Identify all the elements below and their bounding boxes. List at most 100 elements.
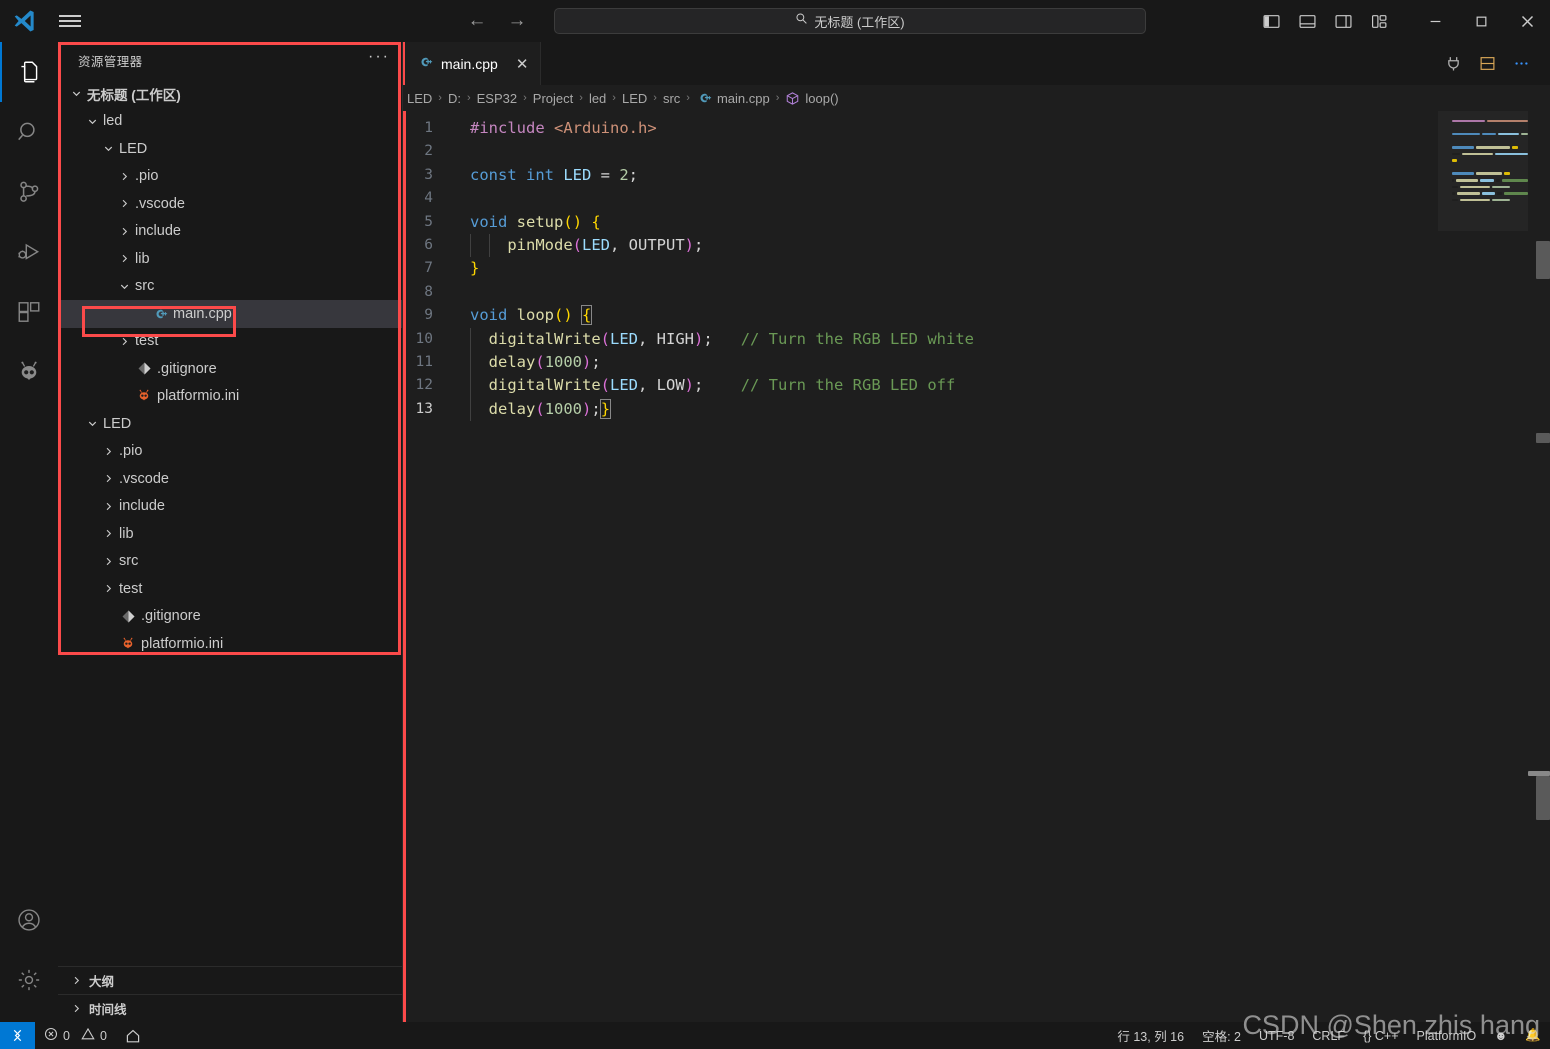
file-tree-item[interactable]: 无标题 (工作区) — [58, 80, 402, 108]
toggle-primary-sidebar-icon[interactable] — [1254, 4, 1288, 38]
code-line[interactable]: 7} — [403, 257, 1550, 280]
chevron-down-icon[interactable] — [84, 417, 101, 430]
chevron-right-icon[interactable] — [100, 500, 117, 513]
code-line[interactable]: 9 void loop() { — [403, 304, 1550, 327]
code-line[interactable]: 5 void setup() { — [403, 211, 1550, 234]
breadcrumb-item[interactable]: src — [661, 91, 682, 106]
minimap[interactable] — [1438, 111, 1529, 1022]
file-tree-item[interactable]: .pio — [58, 438, 402, 466]
status-notifications[interactable]: 🔔 — [1516, 1022, 1550, 1049]
minimap-slider[interactable] — [1438, 111, 1528, 231]
sidebar-item-search[interactable] — [0, 102, 58, 162]
file-tree-item[interactable]: test — [58, 328, 402, 356]
file-tree-item[interactable]: include — [58, 493, 402, 521]
breadcrumb-item[interactable]: LED — [620, 91, 649, 106]
file-tree-item[interactable]: led — [58, 108, 402, 136]
chevron-right-icon[interactable] — [116, 225, 133, 238]
status-eol[interactable]: CRLF — [1303, 1022, 1354, 1049]
file-tree-item[interactable]: .vscode — [58, 465, 402, 493]
status-language-mode[interactable]: {} C++ — [1354, 1022, 1407, 1049]
breadcrumb-item[interactable]: main.cpp — [694, 90, 772, 106]
breadcrumb-item[interactable]: loop() — [783, 91, 840, 106]
tab-main-cpp[interactable]: main.cpp ✕ — [403, 42, 542, 85]
code-line[interactable]: 4 — [403, 187, 1550, 210]
sidebar-item-source-control[interactable] — [0, 162, 58, 222]
code-line[interactable]: 3 const int LED = 2; — [403, 164, 1550, 187]
code-line[interactable]: 11 delay(1000); — [403, 350, 1550, 375]
scrollbar-thumb[interactable] — [1536, 776, 1550, 820]
code-line[interactable]: 1 #include <Arduino.h> — [403, 117, 1550, 140]
window-close-button[interactable] — [1504, 0, 1550, 42]
file-tree-item[interactable]: LED — [58, 410, 402, 438]
sidebar-item-run-and-debug[interactable] — [0, 222, 58, 282]
breadcrumb-item[interactable]: LED — [405, 91, 434, 106]
status-feedback[interactable]: ☻ — [1485, 1022, 1516, 1049]
chevron-right-icon[interactable] — [100, 472, 117, 485]
file-tree-item[interactable]: .gitignore — [58, 603, 402, 631]
file-tree-item[interactable]: include — [58, 218, 402, 246]
toggle-secondary-sidebar-icon[interactable] — [1326, 4, 1360, 38]
breadcrumb[interactable]: LED › D: › ESP32 › Project › led › LED › src › main.cp… — [403, 85, 1550, 111]
breadcrumb-item[interactable]: ESP32 — [475, 91, 519, 106]
chevron-down-icon[interactable] — [116, 280, 133, 293]
code-line[interactable]: 10 digitalWrite(LED, HIGH); // Turn the … — [403, 327, 1550, 351]
code-line[interactable]: 13 delay(1000);} — [403, 397, 1550, 422]
code-lines[interactable]: 1 #include <Arduino.h> 2 3 const int LED = 2… — [403, 111, 1550, 422]
serial-monitor-plug-icon[interactable] — [1438, 49, 1468, 79]
remote-window-icon[interactable] — [0, 1022, 35, 1049]
chevron-right-icon[interactable] — [100, 582, 117, 595]
breadcrumb-item[interactable]: Project — [531, 91, 575, 106]
arrow-forward-icon[interactable]: → — [502, 7, 532, 35]
hamburger-menu-icon[interactable] — [48, 12, 92, 30]
file-tree-item[interactable]: platformio.ini — [58, 383, 402, 411]
file-tree-item[interactable]: .vscode — [58, 190, 402, 218]
editor-vertical-scrollbar[interactable] — [1528, 111, 1550, 1022]
chevron-down-icon[interactable] — [84, 115, 101, 128]
file-tree-item[interactable]: src — [58, 273, 402, 301]
code-line[interactable]: 8 — [403, 281, 1550, 304]
account-icon[interactable] — [0, 890, 58, 950]
sidebar-section-timeline[interactable]: 时间线 — [58, 994, 402, 1022]
split-editor-icon[interactable] — [1472, 49, 1502, 79]
platformio-home-icon[interactable] — [116, 1022, 150, 1049]
chevron-down-icon[interactable] — [100, 142, 117, 155]
window-minimize-button[interactable] — [1412, 0, 1458, 42]
more-actions-icon[interactable] — [1506, 49, 1536, 79]
window-maximize-button[interactable] — [1458, 0, 1504, 42]
code-line[interactable]: 6 pinMode(LED, OUTPUT); — [403, 233, 1550, 258]
file-tree-item[interactable]: src — [58, 548, 402, 576]
breadcrumb-item[interactable]: led — [587, 91, 608, 106]
file-tree[interactable]: 无标题 (工作区) led LED .pio .vscode include lib src m… — [58, 78, 402, 966]
toggle-panel-icon[interactable] — [1290, 4, 1324, 38]
explorer-more-actions-icon[interactable]: ··· — [368, 48, 390, 73]
close-icon[interactable]: ✕ — [516, 55, 529, 73]
code-surface[interactable]: 1 #include <Arduino.h> 2 3 const int LED = 2… — [403, 111, 1550, 1022]
file-tree-item[interactable]: .gitignore — [58, 355, 402, 383]
arrow-back-icon[interactable]: ← — [462, 7, 492, 35]
command-center-search[interactable]: 无标题 (工作区) — [554, 8, 1146, 34]
file-tree-item[interactable]: lib — [58, 245, 402, 273]
chevron-right-icon[interactable] — [100, 527, 117, 540]
file-tree-item[interactable]: LED — [58, 135, 402, 163]
file-tree-item[interactable]: test — [58, 575, 402, 603]
chevron-down-icon[interactable] — [68, 87, 85, 100]
file-tree-item[interactable]: .pio — [58, 163, 402, 191]
file-tree-item[interactable]: platformio.ini — [58, 630, 402, 658]
chevron-right-icon[interactable] — [116, 197, 133, 210]
status-platformio-status[interactable]: PlatformIO — [1408, 1022, 1486, 1049]
customize-layout-icon[interactable] — [1362, 4, 1396, 38]
sidebar-item-extensions[interactable] — [0, 282, 58, 342]
code-line[interactable]: 2 — [403, 140, 1550, 163]
file-tree-item-selected[interactable]: main.cpp — [58, 300, 402, 328]
chevron-right-icon[interactable] — [100, 555, 117, 568]
chevron-right-icon[interactable] — [116, 170, 133, 183]
sidebar-item-explorer[interactable] — [0, 42, 58, 102]
status-encoding[interactable]: UTF-8 — [1250, 1022, 1303, 1049]
chevron-right-icon[interactable] — [116, 335, 133, 348]
breadcrumb-item[interactable]: D: — [446, 91, 463, 106]
chevron-right-icon[interactable] — [100, 445, 117, 458]
chevron-right-icon[interactable] — [68, 1002, 85, 1015]
gear-icon[interactable] — [0, 950, 58, 1010]
code-line[interactable]: 12 digitalWrite(LED, LOW); // Turn the R… — [403, 374, 1550, 398]
chevron-right-icon[interactable] — [68, 974, 85, 987]
